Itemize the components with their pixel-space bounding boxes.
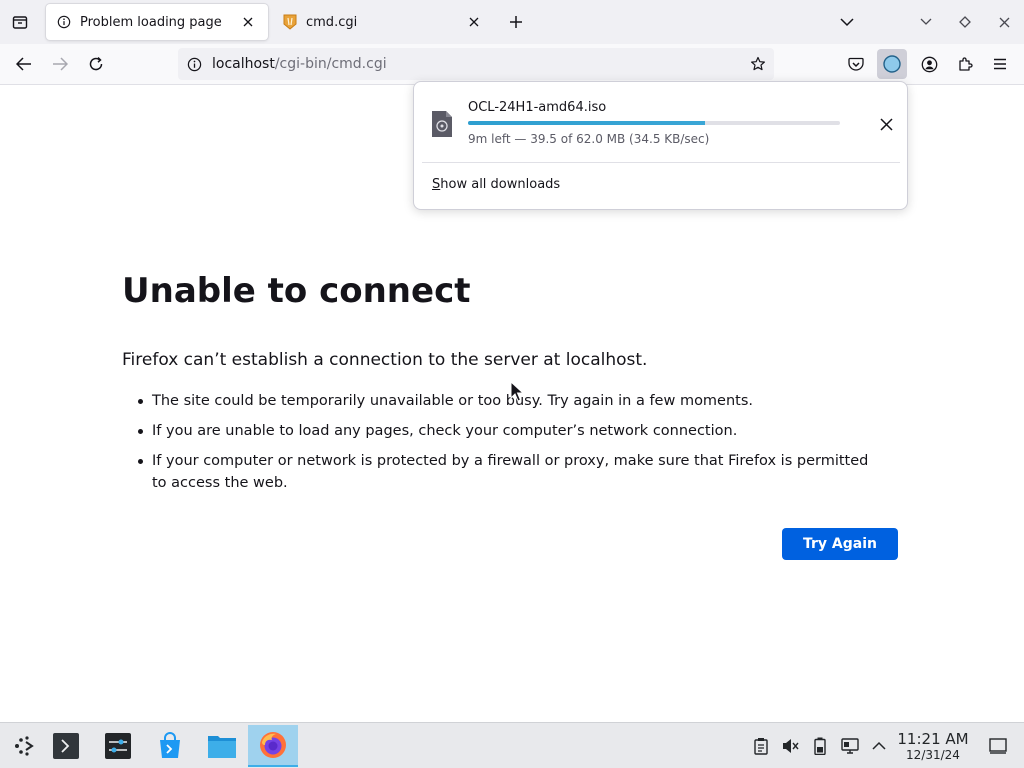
show-all-downloads-button[interactable]: Show all downloads: [432, 177, 560, 192]
error-suggestions-list: The site could be temporarily unavailabl…: [138, 390, 878, 502]
tab-bar: Problem loading page cmd.cgi: [0, 0, 1024, 44]
list-all-tabs-icon[interactable]: [833, 8, 861, 36]
pocket-icon[interactable]: [841, 49, 871, 79]
volume-muted-icon[interactable]: [780, 736, 800, 756]
tab-title: cmd.cgi: [306, 14, 358, 30]
try-again-button[interactable]: Try Again: [782, 528, 898, 560]
disc-image-file-icon: [432, 111, 452, 137]
chevron-up-icon[interactable]: [869, 736, 889, 756]
tab-cmd-cgi[interactable]: cmd.cgi: [272, 4, 494, 40]
battery-icon[interactable]: [810, 736, 830, 756]
info-icon: [56, 14, 72, 30]
firefox-taskbar-icon[interactable]: [248, 725, 298, 767]
url-bar[interactable]: localhost/cgi-bin/cmd.cgi: [178, 48, 774, 80]
clock[interactable]: 11:21 AM 12/31/24: [893, 730, 973, 763]
forward-icon[interactable]: [45, 49, 75, 79]
clipboard-icon[interactable]: [751, 736, 771, 756]
error-title: Unable to connect: [122, 271, 471, 311]
show-desktop-icon[interactable]: [988, 736, 1008, 756]
show-all-downloads-label: how all downloads: [440, 177, 561, 192]
menu-icon[interactable]: [985, 49, 1015, 79]
clock-time: 11:21 AM: [897, 730, 969, 748]
file-manager-icon[interactable]: [197, 725, 247, 767]
cancel-download-icon[interactable]: [874, 112, 898, 136]
tab-title: Problem loading page: [80, 14, 222, 30]
divider: [422, 162, 900, 163]
close-tab-icon[interactable]: [464, 12, 484, 32]
url-text: localhost/cgi-bin/cmd.cgi: [212, 56, 387, 72]
downloads-button[interactable]: [877, 49, 907, 79]
list-item: The site could be temporarily unavailabl…: [138, 390, 878, 412]
clock-date: 12/31/24: [906, 748, 960, 762]
firefox-view-icon[interactable]: [6, 8, 34, 36]
mouse-cursor-icon: [510, 381, 524, 402]
download-filename: OCL-24H1-amd64.iso: [468, 100, 607, 115]
downloads-progress-icon: [883, 55, 901, 73]
minimize-icon[interactable]: [912, 8, 940, 36]
download-status: 9m left — 39.5 of 62.0 MB (34.5 KB/sec): [468, 132, 710, 146]
reload-icon[interactable]: [81, 49, 111, 79]
navigation-toolbar: localhost/cgi-bin/cmd.cgi: [0, 44, 1024, 85]
taskbar: 11:21 AM 12/31/24: [0, 722, 1024, 768]
maximize-icon[interactable]: [951, 8, 979, 36]
terminal-app-icon[interactable]: [41, 725, 91, 767]
network-wired-icon[interactable]: [840, 736, 860, 756]
site-favicon-icon: [282, 14, 298, 30]
download-item[interactable]: OCL-24H1-amd64.iso 9m left — 39.5 of 62.…: [422, 90, 900, 154]
bookmark-star-icon[interactable]: [748, 54, 768, 74]
downloads-panel: OCL-24H1-amd64.iso 9m left — 39.5 of 62.…: [413, 81, 908, 210]
back-icon[interactable]: [9, 49, 39, 79]
new-tab-icon[interactable]: [502, 8, 530, 36]
download-progress-bar: [468, 121, 840, 125]
url-host: localhost: [212, 56, 275, 72]
close-window-icon[interactable]: [990, 8, 1018, 36]
extensions-icon[interactable]: [950, 49, 980, 79]
tab-problem-loading[interactable]: Problem loading page: [46, 4, 268, 40]
settings-app-icon[interactable]: [93, 725, 143, 767]
site-info-icon[interactable]: [184, 54, 204, 74]
list-item: If you are unable to load any pages, che…: [138, 420, 878, 442]
download-progress-fill: [468, 121, 705, 125]
url-path: /cgi-bin/cmd.cgi: [274, 56, 387, 72]
close-tab-icon[interactable]: [238, 12, 258, 32]
software-store-icon[interactable]: [145, 725, 195, 767]
list-item: If your computer or network is protected…: [138, 450, 878, 494]
error-short-description: Firefox can’t establish a connection to …: [122, 350, 648, 370]
account-icon[interactable]: [914, 49, 944, 79]
